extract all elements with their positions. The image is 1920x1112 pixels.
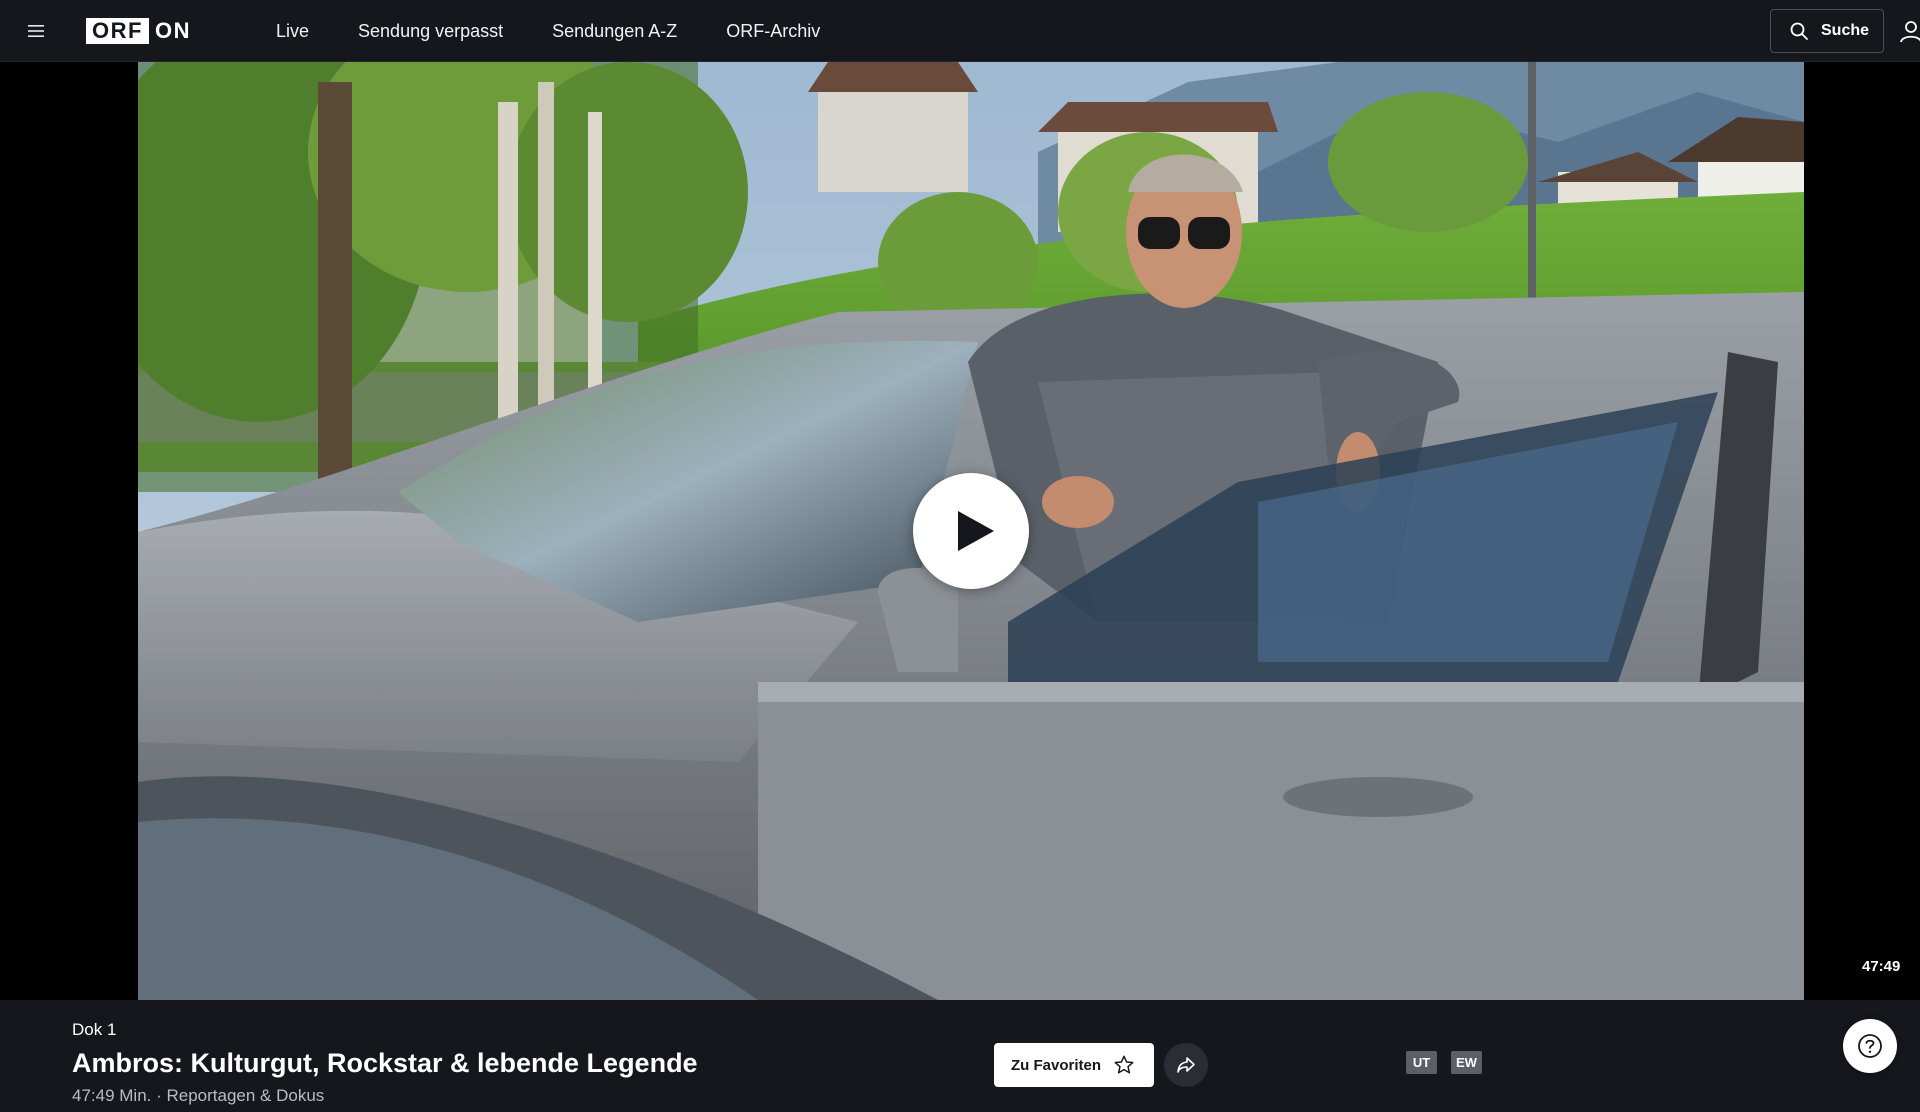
play-button[interactable] <box>913 473 1029 589</box>
help-icon <box>1858 1034 1882 1058</box>
search-button[interactable]: Suche <box>1770 9 1884 53</box>
star-icon <box>1114 1055 1134 1074</box>
favorites-label: Zu Favoriten <box>1011 1056 1102 1074</box>
episode-info-bar: Dok 1 Ambros: Kulturgut, Rockstar & lebe… <box>0 1000 1920 1112</box>
main-nav: Live Sendung verpasst Sendungen A-Z ORF-… <box>276 0 869 62</box>
orf-on-logo[interactable]: ORF ON <box>86 18 191 44</box>
add-to-favorites-button[interactable]: Zu Favoriten <box>994 1043 1154 1087</box>
nav-orf-archiv[interactable]: ORF-Archiv <box>726 21 820 42</box>
video-duration: 47:49 <box>1862 958 1901 975</box>
nav-sendung-verpasst[interactable]: Sendung verpasst <box>358 21 503 42</box>
user-icon <box>1900 21 1920 43</box>
subtitles-badge: UT <box>1406 1051 1437 1074</box>
video-player: 47:49 <box>0 62 1920 1000</box>
search-icon <box>1790 22 1808 40</box>
channel-label[interactable]: Dok 1 <box>72 1020 116 1040</box>
play-icon <box>958 511 994 551</box>
episode-meta: 47:49 Min. · Reportagen & Dokus <box>72 1086 325 1105</box>
hamburger-menu-button[interactable] <box>22 18 50 44</box>
easy-language-badge: EW <box>1451 1051 1482 1074</box>
logo-brand: ORF <box>86 18 149 44</box>
nav-live[interactable]: Live <box>276 21 309 42</box>
share-button[interactable] <box>1164 1043 1208 1087</box>
search-label: Suche <box>1821 22 1870 39</box>
app-root: ORF ON Live Sendung verpasst Sendungen A… <box>0 0 1920 1112</box>
nav-sendungen-a-z[interactable]: Sendungen A-Z <box>552 21 677 42</box>
episode-title: Ambros: Kulturgut, Rockstar & lebende Le… <box>72 1048 698 1078</box>
share-icon <box>1177 1057 1195 1073</box>
top-navigation-bar: ORF ON Live Sendung verpasst Sendungen A… <box>0 0 1920 62</box>
hamburger-menu-icon <box>28 25 44 37</box>
help-button[interactable] <box>1843 1019 1897 1073</box>
logo-suffix: ON <box>154 18 191 43</box>
user-account-button[interactable] <box>1898 18 1920 44</box>
